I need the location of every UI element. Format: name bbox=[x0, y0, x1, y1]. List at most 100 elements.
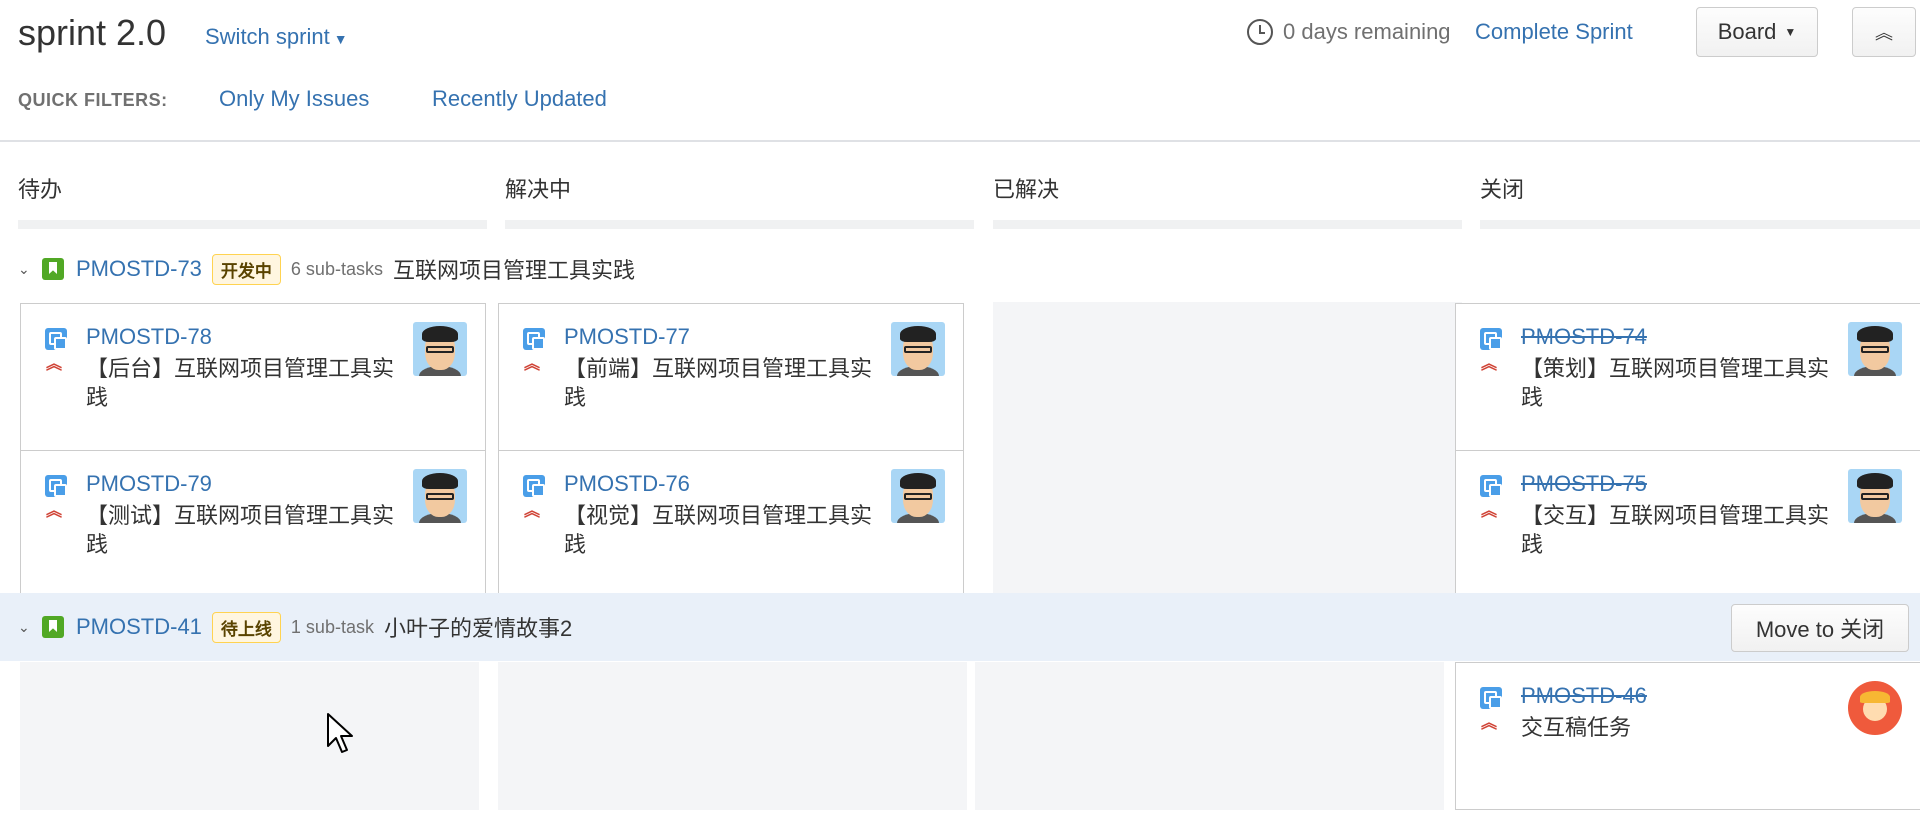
issue-card[interactable]: PMOSTD-77 ︽ 【前端】互联网项目管理工具实践 bbox=[498, 303, 964, 451]
board-header: sprint 2.0 Switch sprint ▼ 0 days remaini… bbox=[0, 0, 1920, 142]
column-bar bbox=[993, 220, 1462, 229]
sprint-remaining: 0 days remaining bbox=[1247, 19, 1451, 45]
subtask-icon bbox=[45, 475, 67, 497]
issue-key[interactable]: PMOSTD-76 bbox=[564, 471, 690, 497]
issue-summary: 【测试】互联网项目管理工具实践 bbox=[86, 503, 395, 557]
avatar-hair bbox=[1860, 691, 1890, 703]
issue-key[interactable]: PMOSTD-75 bbox=[1521, 471, 1647, 497]
issue-card[interactable]: PMOSTD-46 ︽ 交互稿任务 bbox=[1455, 662, 1920, 810]
avatar-glasses bbox=[426, 493, 454, 500]
issue-card[interactable]: PMOSTD-74 ︽ 【策划】互联网项目管理工具实践 bbox=[1455, 303, 1920, 451]
column-header-in-progress: 解决中 bbox=[505, 177, 572, 202]
avatar[interactable] bbox=[1848, 681, 1902, 735]
issue-card[interactable]: PMOSTD-76 ︽ 【视觉】互联网项目管理工具实践 bbox=[498, 450, 964, 598]
status-badge: 开发中 bbox=[211, 253, 281, 285]
days-remaining-text: 0 days remaining bbox=[1283, 19, 1451, 44]
priority-high-icon: ︽ bbox=[46, 356, 63, 373]
avatar-hair bbox=[1857, 326, 1893, 342]
story-icon bbox=[42, 616, 64, 638]
issue-key[interactable]: PMOSTD-79 bbox=[86, 471, 212, 497]
caret-down-icon: ▼ bbox=[333, 31, 348, 47]
avatar[interactable] bbox=[1848, 322, 1902, 376]
column-header-resolved: 已解决 bbox=[993, 177, 1060, 202]
avatar-hair bbox=[1857, 473, 1893, 489]
empty-column-cell bbox=[975, 662, 1444, 810]
swimlane-summary: 互联网项目管理工具实践 bbox=[392, 258, 635, 283]
issue-card[interactable]: PMOSTD-75 ︽ 【交互】互联网项目管理工具实践 bbox=[1455, 450, 1920, 598]
issue-key[interactable]: PMOSTD-74 bbox=[1521, 324, 1647, 350]
issue-key[interactable]: PMOSTD-77 bbox=[564, 324, 690, 350]
issue-key[interactable]: PMOSTD-46 bbox=[1521, 683, 1647, 709]
subtask-icon bbox=[1480, 475, 1502, 497]
subtask-icon bbox=[1480, 687, 1502, 709]
column-bar bbox=[505, 220, 974, 229]
column-bar bbox=[18, 220, 487, 229]
avatar[interactable] bbox=[891, 469, 945, 523]
quick-filter-only-my-issues[interactable]: Only My Issues bbox=[219, 86, 369, 112]
switch-sprint-link[interactable]: Switch sprint ▼ bbox=[205, 24, 348, 50]
issue-key[interactable]: PMOSTD-78 bbox=[86, 324, 212, 350]
board-button[interactable]: Board ▼ bbox=[1696, 7, 1818, 57]
column-header-todo: 待办 bbox=[18, 177, 63, 202]
subtask-icon bbox=[523, 475, 545, 497]
quick-filter-recently-updated[interactable]: Recently Updated bbox=[432, 86, 607, 112]
chevron-down-icon[interactable]: ⌄ bbox=[18, 619, 36, 636]
column-bar bbox=[1480, 220, 1920, 229]
priority-high-icon: ︽ bbox=[46, 503, 63, 520]
empty-column-cell bbox=[20, 662, 479, 810]
double-chevron-up-icon: ︽ bbox=[1875, 23, 1893, 43]
avatar-glasses bbox=[1861, 493, 1889, 500]
mouse-cursor-icon bbox=[327, 713, 353, 753]
issue-card[interactable]: PMOSTD-79 ︽ 【测试】互联网项目管理工具实践 bbox=[20, 450, 486, 598]
avatar-hair bbox=[900, 473, 936, 489]
avatar-hair bbox=[900, 326, 936, 342]
empty-column-cell bbox=[498, 662, 967, 810]
avatar-glasses bbox=[426, 346, 454, 353]
swimlane-issue-key[interactable]: PMOSTD-41 bbox=[76, 614, 202, 640]
avatar[interactable] bbox=[413, 469, 467, 523]
status-badge: 待上线 bbox=[211, 611, 281, 643]
priority-high-icon: ︽ bbox=[1481, 356, 1498, 373]
issue-summary: 【前端】互联网项目管理工具实践 bbox=[564, 356, 873, 410]
subtask-icon bbox=[523, 328, 545, 350]
chevron-down-icon[interactable]: ⌄ bbox=[18, 261, 36, 278]
issue-summary: 【交互】互联网项目管理工具实践 bbox=[1521, 503, 1830, 557]
subtask-count: 1 sub-task bbox=[290, 616, 374, 637]
issue-summary: 【策划】互联网项目管理工具实践 bbox=[1521, 356, 1830, 410]
move-to-closed-button[interactable]: Move to 关闭 bbox=[1731, 604, 1909, 652]
complete-sprint-link[interactable]: Complete Sprint bbox=[1475, 19, 1633, 45]
issue-summary: 【视觉】互联网项目管理工具实践 bbox=[564, 503, 873, 557]
empty-column-cell bbox=[993, 302, 1462, 601]
avatar-hair bbox=[422, 473, 458, 489]
board-button-label: Board bbox=[1717, 19, 1777, 44]
subtask-count: 6 sub-tasks bbox=[290, 258, 383, 279]
story-icon bbox=[42, 258, 64, 280]
swimlane-header[interactable]: ⌄ PMOSTD-41 待上线 1 sub-task 小叶子的爱情故事2 bbox=[18, 594, 572, 660]
subtask-icon bbox=[1480, 328, 1502, 350]
collapse-header-button[interactable]: ︽ bbox=[1852, 7, 1916, 57]
avatar-glasses bbox=[904, 493, 932, 500]
clock-icon bbox=[1247, 19, 1273, 45]
avatar-hair bbox=[422, 326, 458, 342]
subtask-icon bbox=[45, 328, 67, 350]
column-header-closed: 关闭 bbox=[1480, 177, 1525, 202]
priority-high-icon: ︽ bbox=[524, 503, 541, 520]
switch-sprint-label: Switch sprint bbox=[205, 24, 330, 49]
priority-high-icon: ︽ bbox=[1481, 503, 1498, 520]
avatar[interactable] bbox=[1848, 469, 1902, 523]
issue-card[interactable]: PMOSTD-78 ︽ 【后台】互联网项目管理工具实践 bbox=[20, 303, 486, 451]
issue-summary: 交互稿任务 bbox=[1521, 715, 1632, 740]
swimlane-header[interactable]: ⌄ PMOSTD-73 开发中 6 sub-tasks 互联网项目管理工具实践 bbox=[18, 236, 635, 302]
caret-down-icon: ▼ bbox=[1784, 25, 1797, 39]
swimlane-summary: 小叶子的爱情故事2 bbox=[383, 616, 573, 641]
avatar-glasses bbox=[1861, 346, 1889, 353]
quick-filters-label: QUICK FILTERS: bbox=[18, 90, 168, 110]
avatar-glasses bbox=[904, 346, 932, 353]
avatar[interactable] bbox=[413, 322, 467, 376]
avatar[interactable] bbox=[891, 322, 945, 376]
issue-summary: 【后台】互联网项目管理工具实践 bbox=[86, 356, 395, 410]
priority-high-icon: ︽ bbox=[1481, 715, 1498, 732]
sprint-title: sprint 2.0 bbox=[18, 12, 167, 53]
swimlane-issue-key[interactable]: PMOSTD-73 bbox=[76, 256, 202, 282]
priority-high-icon: ︽ bbox=[524, 356, 541, 373]
